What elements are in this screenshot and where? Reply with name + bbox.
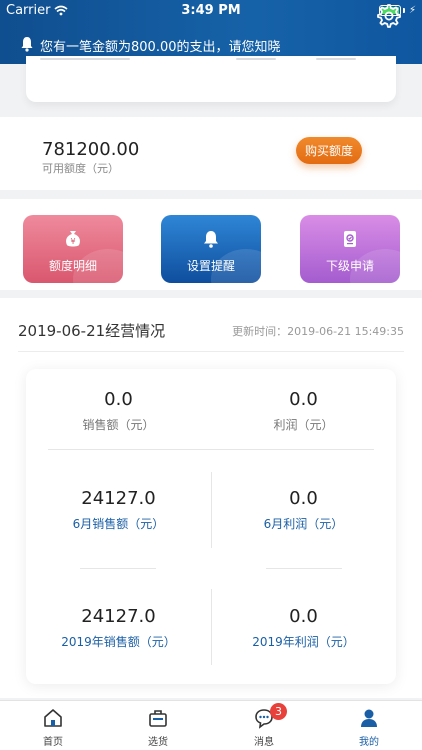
stat-value: 24127.0 [81, 606, 156, 627]
charging-icon: ⚡ [408, 5, 416, 16]
stat-label: 销售额（元） [82, 418, 155, 432]
tab-home[interactable]: 首页 [13, 707, 93, 748]
money-bag-icon: ¥ [66, 231, 80, 247]
update-time: 更新时间：2019-06-21 15:49:35 [232, 325, 404, 338]
shopping-bag-icon [149, 710, 167, 727]
tab-label: 选货 [148, 737, 168, 748]
business-title: 2019-06-21经营情况 [18, 322, 166, 340]
stat-label: 利润（元） [273, 418, 334, 432]
stat-value: 0.0 [104, 389, 133, 410]
tab-mine[interactable]: 我的 [329, 707, 409, 748]
bell-icon [21, 37, 33, 52]
available-quota-label: 可用额度（元） [42, 162, 119, 175]
buy-quota-button[interactable]: 购买额度 [296, 137, 362, 164]
divider [48, 449, 374, 450]
stat-label: 6月利润（元） [263, 517, 344, 531]
tab-label: 消息 [254, 737, 274, 748]
stat-value: 0.0 [289, 488, 318, 509]
stat-value: 0.0 [289, 389, 318, 410]
stat-sales-year[interactable]: 24127.0 2019年销售额（元） [26, 606, 211, 650]
stats-card: 0.0 销售额（元） 0.0 利润（元） 24127.0 6月销售额（元） 0.… [26, 369, 396, 684]
tab-messages[interactable]: 消息 3 [224, 703, 304, 748]
scrolled-text [236, 58, 276, 60]
stat-profit-today: 0.0 利润（元） [211, 389, 396, 433]
svg-text:¥: ¥ [70, 237, 75, 246]
stat-profit-year[interactable]: 0.0 2019年利润（元） [211, 606, 396, 650]
business-overview: 2019-06-21经营情况 更新时间：2019-06-21 15:49:35 … [0, 298, 422, 698]
divider [266, 568, 342, 569]
quota-section: 781200.00 可用额度（元） 购买额度 [0, 117, 422, 190]
settings-gear-icon[interactable] [374, 2, 402, 30]
available-quota-value: 781200.00 [42, 139, 140, 160]
notice-text: 您有一笔金额为800.00的支出，请您知晓 [40, 40, 281, 55]
action-label: 下级申请 [325, 259, 374, 273]
quota-detail-button[interactable]: ¥ 额度明细 [23, 215, 123, 283]
divider [80, 568, 156, 569]
stat-sales-today: 0.0 销售额（元） [26, 389, 211, 433]
action-label: 额度明细 [48, 259, 97, 273]
stat-sales-month[interactable]: 24127.0 6月销售额（元） [26, 488, 211, 532]
status-bar: Carrier 3:49 PM ⚡ [0, 0, 422, 22]
stat-label: 2019年利润（元） [252, 635, 355, 649]
clipboard-check-icon [344, 231, 356, 247]
action-label: 设置提醒 [186, 259, 235, 273]
user-icon [361, 709, 377, 727]
scrolled-text [40, 58, 130, 60]
stat-label: 6月销售额（元） [72, 517, 165, 531]
tab-label: 首页 [43, 737, 63, 748]
stat-label: 2019年销售额（元） [61, 635, 176, 649]
bottom-tab-bar: 首页 选货 消息 3 我的 [0, 700, 422, 750]
stat-profit-month[interactable]: 0.0 6月利润（元） [211, 488, 396, 532]
action-buttons: ¥ 额度明细 设置提醒 下级申请 [0, 199, 422, 290]
top-header: Carrier 3:49 PM ⚡ 您有一笔金额为800.00的支出，请您知晓 [0, 0, 422, 64]
stat-value: 24127.0 [81, 488, 156, 509]
scrolled-text [316, 58, 356, 60]
unread-badge: 3 [270, 703, 287, 720]
tab-products[interactable]: 选货 [118, 707, 198, 748]
divider [18, 351, 404, 352]
home-icon [44, 709, 62, 727]
bell-icon [204, 231, 218, 248]
stat-value: 0.0 [289, 606, 318, 627]
summary-card [26, 56, 396, 102]
clock: 3:49 PM [181, 3, 241, 18]
tab-label: 我的 [359, 737, 379, 748]
subordinate-application-button[interactable]: 下级申请 [300, 215, 400, 283]
set-reminder-button[interactable]: 设置提醒 [161, 215, 261, 283]
